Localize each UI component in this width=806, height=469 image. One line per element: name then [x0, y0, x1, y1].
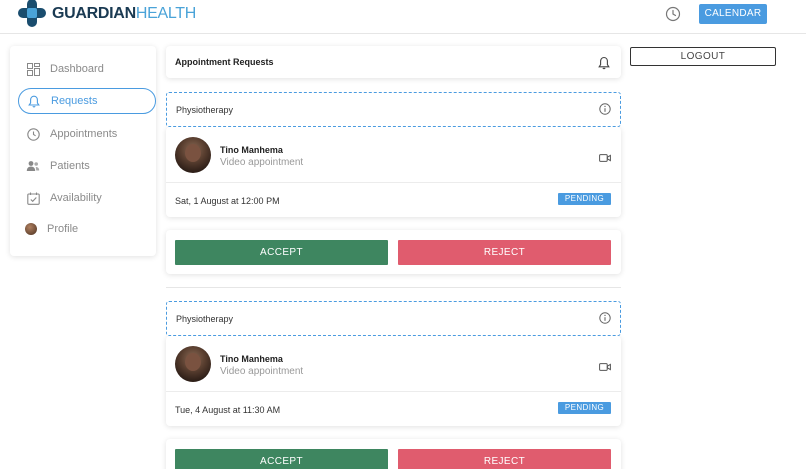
sidebar-nav: Dashboard Requests Appointments Patients… — [10, 46, 156, 256]
appointment-datetime: Sat, 1 August at 12:00 PM — [175, 196, 280, 206]
appointment-type: Video appointment — [220, 157, 304, 168]
sidebar-item-label: Patients — [50, 160, 90, 172]
bell-icon — [27, 94, 41, 108]
bell-icon[interactable] — [598, 56, 610, 70]
brand-name-light: HEALTH — [135, 5, 196, 22]
reject-button[interactable]: REJECT — [398, 449, 611, 469]
accept-button[interactable]: ACCEPT — [175, 449, 388, 469]
divider — [166, 287, 621, 288]
brand-name: GUARDIANHEALTH — [52, 5, 196, 23]
users-icon — [26, 159, 40, 173]
brand-logo[interactable]: GUARDIANHEALTH — [18, 0, 196, 28]
logout-button[interactable]: LOGOUT — [630, 47, 776, 66]
status-badge: PENDING — [558, 402, 611, 414]
sidebar-item-requests[interactable]: Requests — [18, 88, 156, 114]
divider — [166, 182, 621, 183]
sidebar-item-availability[interactable]: Availability — [18, 185, 156, 211]
sidebar-item-dashboard[interactable]: Dashboard — [18, 56, 156, 82]
appointment-datetime: Tue, 4 August at 11:30 AM — [175, 405, 281, 415]
sidebar-item-label: Dashboard — [50, 63, 104, 75]
brand-name-bold: GUARDIAN — [52, 5, 136, 22]
patient-name: Tino Manhema — [220, 145, 283, 155]
video-camera-icon[interactable] — [599, 359, 611, 371]
sidebar-item-appointments[interactable]: Appointments — [18, 121, 156, 147]
profile-avatar — [24, 222, 38, 236]
video-camera-icon[interactable] — [599, 150, 611, 162]
calendar-button[interactable]: CALENDAR — [699, 4, 767, 24]
sidebar-item-label: Availability — [50, 192, 102, 204]
sidebar-item-profile[interactable]: Profile — [18, 216, 156, 242]
request-category: Physiotherapy — [176, 105, 234, 115]
sidebar-item-label: Profile — [47, 223, 79, 235]
sidebar-item-label: Appointments — [50, 128, 118, 140]
request-category-box: Physiotherapy — [166, 92, 621, 127]
clock-icon[interactable] — [665, 6, 681, 22]
dashboard-icon — [26, 62, 40, 76]
patient-avatar — [175, 137, 211, 173]
appointment-type: Video appointment — [220, 366, 304, 377]
calendar-check-icon — [26, 191, 40, 205]
info-icon[interactable] — [599, 102, 611, 115]
divider — [166, 391, 621, 392]
accept-button[interactable]: ACCEPT — [175, 240, 388, 265]
status-badge: PENDING — [558, 193, 611, 205]
top-header: GUARDIANHEALTH CALENDAR — [0, 0, 806, 34]
info-icon[interactable] — [599, 311, 611, 324]
page-title: Appointment Requests — [175, 57, 274, 67]
sidebar-item-patients[interactable]: Patients — [18, 153, 156, 179]
patient-name: Tino Manhema — [220, 354, 283, 364]
request-category-box: Physiotherapy — [166, 301, 621, 336]
clock-icon — [26, 127, 40, 141]
reject-button[interactable]: REJECT — [398, 240, 611, 265]
medical-cross-logo-icon — [18, 0, 46, 27]
sidebar-item-label: Requests — [51, 95, 98, 107]
request-category: Physiotherapy — [176, 314, 234, 324]
patient-avatar — [175, 346, 211, 382]
